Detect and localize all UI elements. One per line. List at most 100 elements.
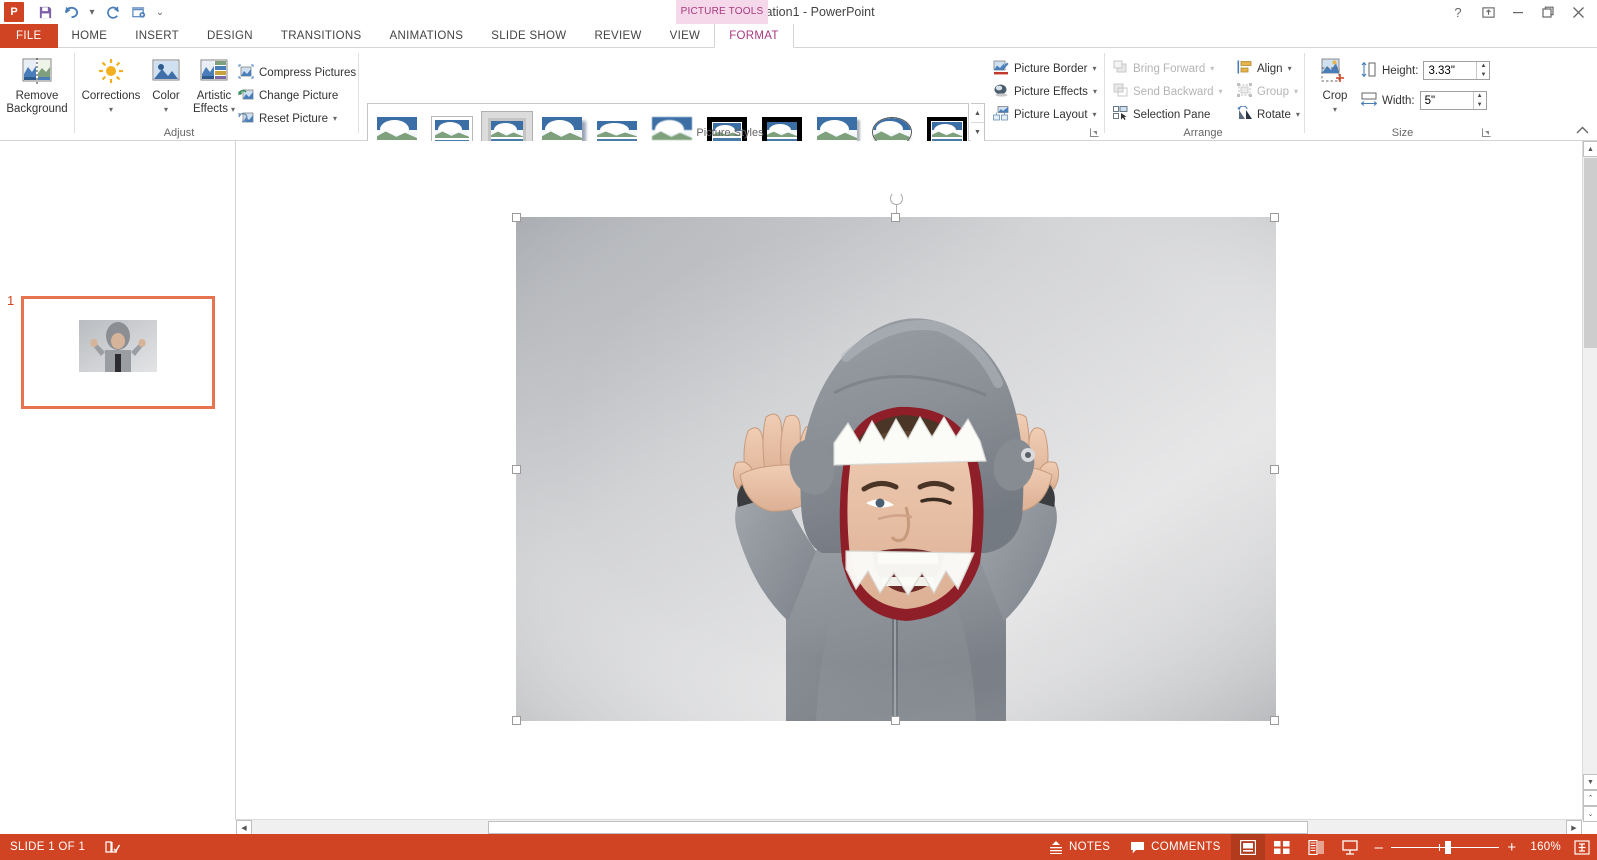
- send-backward-button[interactable]: Send Backward ▾: [1113, 81, 1223, 102]
- scroll-right-icon[interactable]: ▶: [1566, 820, 1582, 835]
- scroll-left-icon[interactable]: ◀: [236, 820, 252, 835]
- tab-animations[interactable]: ANIMATIONS: [376, 24, 478, 48]
- height-input[interactable]: [1424, 62, 1477, 79]
- crop-button[interactable]: Crop ▾: [1313, 58, 1357, 116]
- color-button[interactable]: Color ▾: [146, 58, 186, 116]
- resize-handle-top-center[interactable]: [891, 213, 900, 222]
- undo-icon[interactable]: [58, 1, 84, 23]
- group-dropdown-icon[interactable]: ▾: [1294, 87, 1298, 96]
- scroll-up-icon[interactable]: ▲: [1583, 141, 1597, 157]
- resize-handle-bottom-center[interactable]: [891, 716, 900, 725]
- zoom-thumb[interactable]: [1445, 840, 1452, 854]
- size-dialog-launcher[interactable]: [1480, 126, 1492, 138]
- bring-forward-button[interactable]: Bring Forward ▾: [1113, 58, 1214, 79]
- tab-format[interactable]: FORMAT: [714, 24, 794, 48]
- minimize-icon[interactable]: [1503, 1, 1533, 23]
- reset-picture-button[interactable]: Reset Picture ▾: [238, 108, 337, 129]
- corrections-dropdown-icon[interactable]: ▾: [109, 103, 113, 116]
- crop-dropdown-icon[interactable]: ▾: [1333, 103, 1337, 116]
- tab-insert[interactable]: INSERT: [121, 24, 193, 48]
- change-picture-button[interactable]: Change Picture: [238, 85, 338, 106]
- customize-qat-icon[interactable]: ⌄: [152, 1, 168, 23]
- artistic-effects-button[interactable]: Artistic Effects ▾: [188, 58, 240, 116]
- slides-pane[interactable]: 1: [0, 141, 236, 820]
- remove-background-button[interactable]: Remove Background: [6, 58, 68, 116]
- height-spinner-up[interactable]: ▲: [1477, 62, 1489, 71]
- bring-forward-dropdown-icon[interactable]: ▾: [1210, 64, 1214, 73]
- ribbon-display-options-icon[interactable]: [1473, 1, 1503, 23]
- scroll-down-icon[interactable]: ▼: [1583, 774, 1597, 790]
- horizontal-scroll-thumb[interactable]: [488, 821, 1308, 834]
- rotation-handle[interactable]: [890, 192, 903, 205]
- tab-file[interactable]: FILE: [0, 24, 58, 48]
- gallery-scroll-up-icon[interactable]: ▲: [971, 104, 984, 123]
- compress-pictures-button[interactable]: Compress Pictures: [238, 62, 356, 83]
- vertical-scroll-thumb[interactable]: [1584, 158, 1597, 348]
- picture-effects-dropdown-icon[interactable]: ▾: [1093, 87, 1097, 96]
- restore-icon[interactable]: [1533, 1, 1563, 23]
- picture-effects-button[interactable]: Picture Effects ▾: [993, 81, 1097, 102]
- resize-handle-top-right[interactable]: [1270, 213, 1279, 222]
- collapse-ribbon-button[interactable]: [1576, 124, 1589, 138]
- normal-view-button[interactable]: [1230, 834, 1265, 860]
- zoom-in-button[interactable]: +: [1507, 839, 1516, 856]
- previous-slide-icon[interactable]: ⌃: [1583, 790, 1597, 806]
- resize-handle-middle-left[interactable]: [512, 465, 521, 474]
- picture-layout-button[interactable]: Picture Layout ▾: [993, 104, 1097, 125]
- picture-boy-in-shark-costume[interactable]: [516, 217, 1276, 721]
- resize-handle-top-left[interactable]: [512, 213, 521, 222]
- slide-thumbnail-1[interactable]: [21, 296, 215, 409]
- corrections-button[interactable]: Corrections ▾: [80, 58, 142, 116]
- width-spinner-down[interactable]: ▼: [1474, 101, 1486, 110]
- height-spinner-down[interactable]: ▼: [1477, 71, 1489, 80]
- slide-indicator[interactable]: SLIDE 1 OF 1: [0, 834, 95, 860]
- picture-styles-dialog-launcher[interactable]: [1088, 126, 1100, 138]
- change-picture-label: Change Picture: [259, 89, 339, 102]
- start-presentation-icon[interactable]: [126, 1, 152, 23]
- align-button[interactable]: Align ▾: [1237, 58, 1292, 79]
- tab-design[interactable]: DESIGN: [193, 24, 267, 48]
- width-spinner-up[interactable]: ▲: [1474, 92, 1486, 101]
- slide-show-view-button[interactable]: [1333, 834, 1367, 860]
- comments-button[interactable]: COMMENTS: [1120, 834, 1230, 860]
- reading-view-button[interactable]: [1299, 834, 1333, 860]
- help-icon[interactable]: ?: [1443, 1, 1473, 23]
- zoom-level[interactable]: 160%: [1524, 834, 1567, 860]
- save-icon[interactable]: [32, 1, 58, 23]
- zoom-slider[interactable]: – +: [1367, 839, 1525, 856]
- language-proofing-button[interactable]: [95, 834, 130, 860]
- horizontal-scrollbar[interactable]: ◀ ▶: [236, 819, 1582, 835]
- notes-button[interactable]: NOTES: [1039, 834, 1120, 860]
- vertical-scrollbar[interactable]: ▲ ▼ ⌃ ⌄: [1582, 141, 1597, 822]
- tab-transitions[interactable]: TRANSITIONS: [267, 24, 376, 48]
- zoom-out-button[interactable]: –: [1375, 839, 1384, 856]
- undo-dropdown-icon[interactable]: ▾: [84, 1, 100, 23]
- tab-slide-show[interactable]: SLIDE SHOW: [477, 24, 580, 48]
- picture-layout-dropdown-icon[interactable]: ▾: [1093, 110, 1097, 119]
- resize-handle-bottom-right[interactable]: [1270, 716, 1279, 725]
- send-backward-dropdown-icon[interactable]: ▾: [1219, 87, 1223, 96]
- close-icon[interactable]: [1563, 1, 1593, 23]
- color-dropdown-icon[interactable]: ▾: [164, 103, 168, 116]
- zoom-track[interactable]: [1391, 840, 1500, 854]
- slide-sorter-view-button[interactable]: [1265, 834, 1299, 860]
- picture-border-dropdown-icon[interactable]: ▾: [1093, 64, 1097, 73]
- align-dropdown-icon[interactable]: ▾: [1288, 64, 1292, 73]
- rotate-dropdown-icon[interactable]: ▾: [1296, 110, 1300, 119]
- rotate-button[interactable]: Rotate ▾: [1237, 104, 1300, 125]
- tab-review[interactable]: REVIEW: [580, 24, 655, 48]
- resize-handle-bottom-left[interactable]: [512, 716, 521, 725]
- group-button[interactable]: Group ▾: [1237, 81, 1298, 102]
- fit-slide-to-window-button[interactable]: [1567, 834, 1597, 860]
- selection-pane-button[interactable]: Selection Pane: [1113, 104, 1210, 125]
- redo-icon[interactable]: [100, 1, 126, 23]
- tab-home[interactable]: HOME: [58, 24, 122, 48]
- picture-border-button[interactable]: Picture Border ▾: [993, 58, 1097, 79]
- tab-view[interactable]: VIEW: [656, 24, 715, 48]
- artistic-effects-dropdown-icon[interactable]: ▾: [231, 103, 235, 116]
- bring-forward-label: Bring Forward: [1133, 62, 1206, 75]
- width-input[interactable]: [1420, 92, 1473, 109]
- resize-handle-middle-right[interactable]: [1270, 465, 1279, 474]
- next-slide-icon[interactable]: ⌄: [1583, 806, 1597, 822]
- reset-picture-dropdown-icon[interactable]: ▾: [333, 114, 337, 123]
